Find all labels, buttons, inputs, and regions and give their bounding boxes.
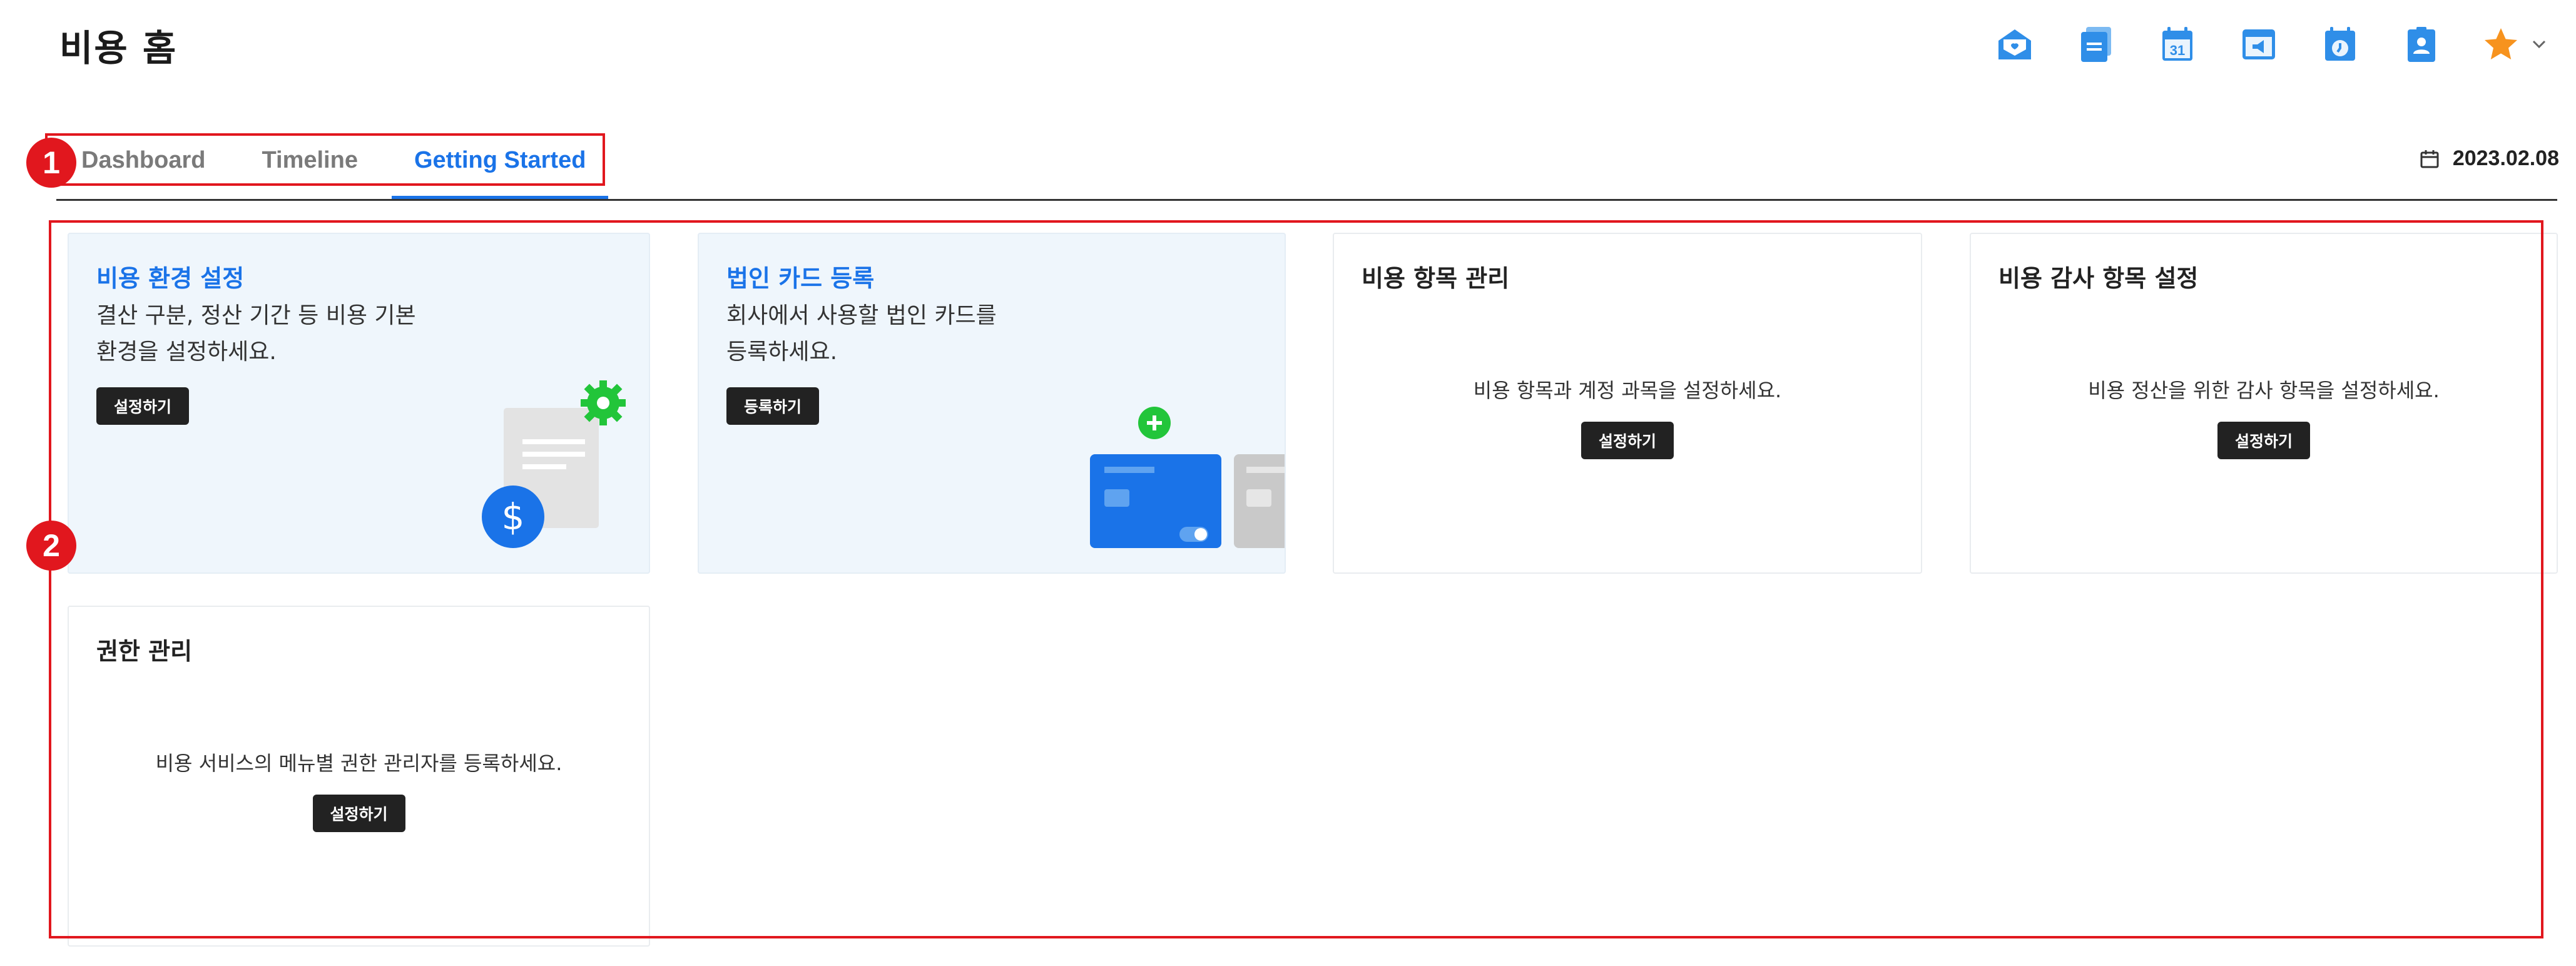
documents-icon[interactable] (2074, 23, 2118, 66)
contacts-icon[interactable] (2400, 23, 2443, 66)
tab-divider (56, 199, 2557, 201)
date-display[interactable]: 2023.02.08 (2419, 146, 2559, 171)
favorites-dropdown[interactable] (2481, 24, 2548, 64)
announcement-icon[interactable] (2237, 23, 2281, 66)
svg-text:31: 31 (2170, 43, 2185, 58)
callout-box-tabs (45, 133, 605, 186)
app-shortcut-bar: 31 (1993, 23, 2548, 66)
calendar-31-icon[interactable]: 31 (2156, 23, 2199, 66)
callout-number-1: 1 (26, 138, 76, 188)
callout-number-2: 2 (26, 521, 76, 571)
calendar-icon (2420, 150, 2439, 168)
date-value: 2023.02.08 (2452, 146, 2559, 170)
star-icon (2485, 28, 2517, 59)
mail-icon[interactable] (1993, 23, 2037, 66)
page-title: 비용 홈 (59, 27, 178, 69)
chevron-down-icon (2532, 40, 2546, 49)
schedule-icon[interactable] (2318, 23, 2362, 66)
callout-box-cards (49, 220, 2543, 938)
